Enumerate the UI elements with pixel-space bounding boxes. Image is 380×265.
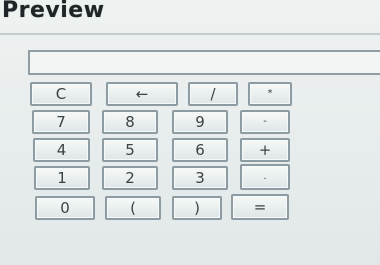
key-1-label: 1 — [57, 168, 67, 187]
multiply-button-label: * — [267, 88, 273, 99]
key-4-label: 4 — [56, 140, 67, 159]
key-1[interactable]: 1 — [34, 166, 90, 190]
divide-button[interactable]: / — [188, 82, 238, 106]
backspace-icon: ← — [135, 84, 149, 103]
key-6[interactable]: 6 — [172, 138, 228, 162]
key-2[interactable]: 2 — [102, 166, 158, 190]
key-8-label: 8 — [125, 112, 135, 131]
minus-button-label: - — [263, 116, 267, 127]
multiply-button[interactable]: * — [248, 82, 292, 106]
key-4[interactable]: 4 — [33, 138, 90, 162]
close-paren-button-label: ) — [194, 198, 200, 217]
clear-button-label: C — [55, 84, 67, 103]
decimal-button-label: . — [263, 171, 267, 182]
key-0[interactable]: 0 — [35, 196, 95, 220]
plus-button-label: + — [258, 140, 272, 159]
open-paren-button[interactable]: ( — [105, 196, 161, 220]
key-5-label: 5 — [125, 140, 135, 159]
divide-button-label: / — [210, 84, 216, 103]
minus-button[interactable]: - — [240, 110, 290, 134]
key-9[interactable]: 9 — [172, 110, 228, 134]
key-2-label: 2 — [125, 168, 135, 187]
key-8[interactable]: 8 — [102, 110, 158, 134]
equals-button[interactable]: = — [231, 194, 289, 220]
key-6-label: 6 — [195, 140, 205, 159]
backspace-button[interactable]: ← — [106, 82, 178, 106]
key-9-label: 9 — [195, 112, 205, 131]
calculator-display[interactable] — [28, 50, 380, 75]
open-paren-button-label: ( — [130, 198, 136, 217]
key-5[interactable]: 5 — [102, 138, 158, 162]
key-7[interactable]: 7 — [32, 110, 90, 134]
key-7-label: 7 — [56, 112, 66, 131]
close-paren-button[interactable]: ) — [172, 196, 222, 220]
title-divider — [0, 33, 380, 35]
calculator-preview: Preview C ← / * 7 8 9 - 4 5 6 + 1 2 3 . … — [0, 0, 380, 265]
key-0-label: 0 — [60, 198, 70, 217]
equals-button-label: = — [253, 197, 267, 216]
key-3-label: 3 — [195, 168, 205, 187]
window-title: Preview — [2, 0, 105, 23]
decimal-button[interactable]: . — [240, 164, 290, 190]
clear-button[interactable]: C — [30, 82, 92, 106]
key-3[interactable]: 3 — [172, 166, 228, 190]
plus-button[interactable]: + — [240, 138, 290, 162]
